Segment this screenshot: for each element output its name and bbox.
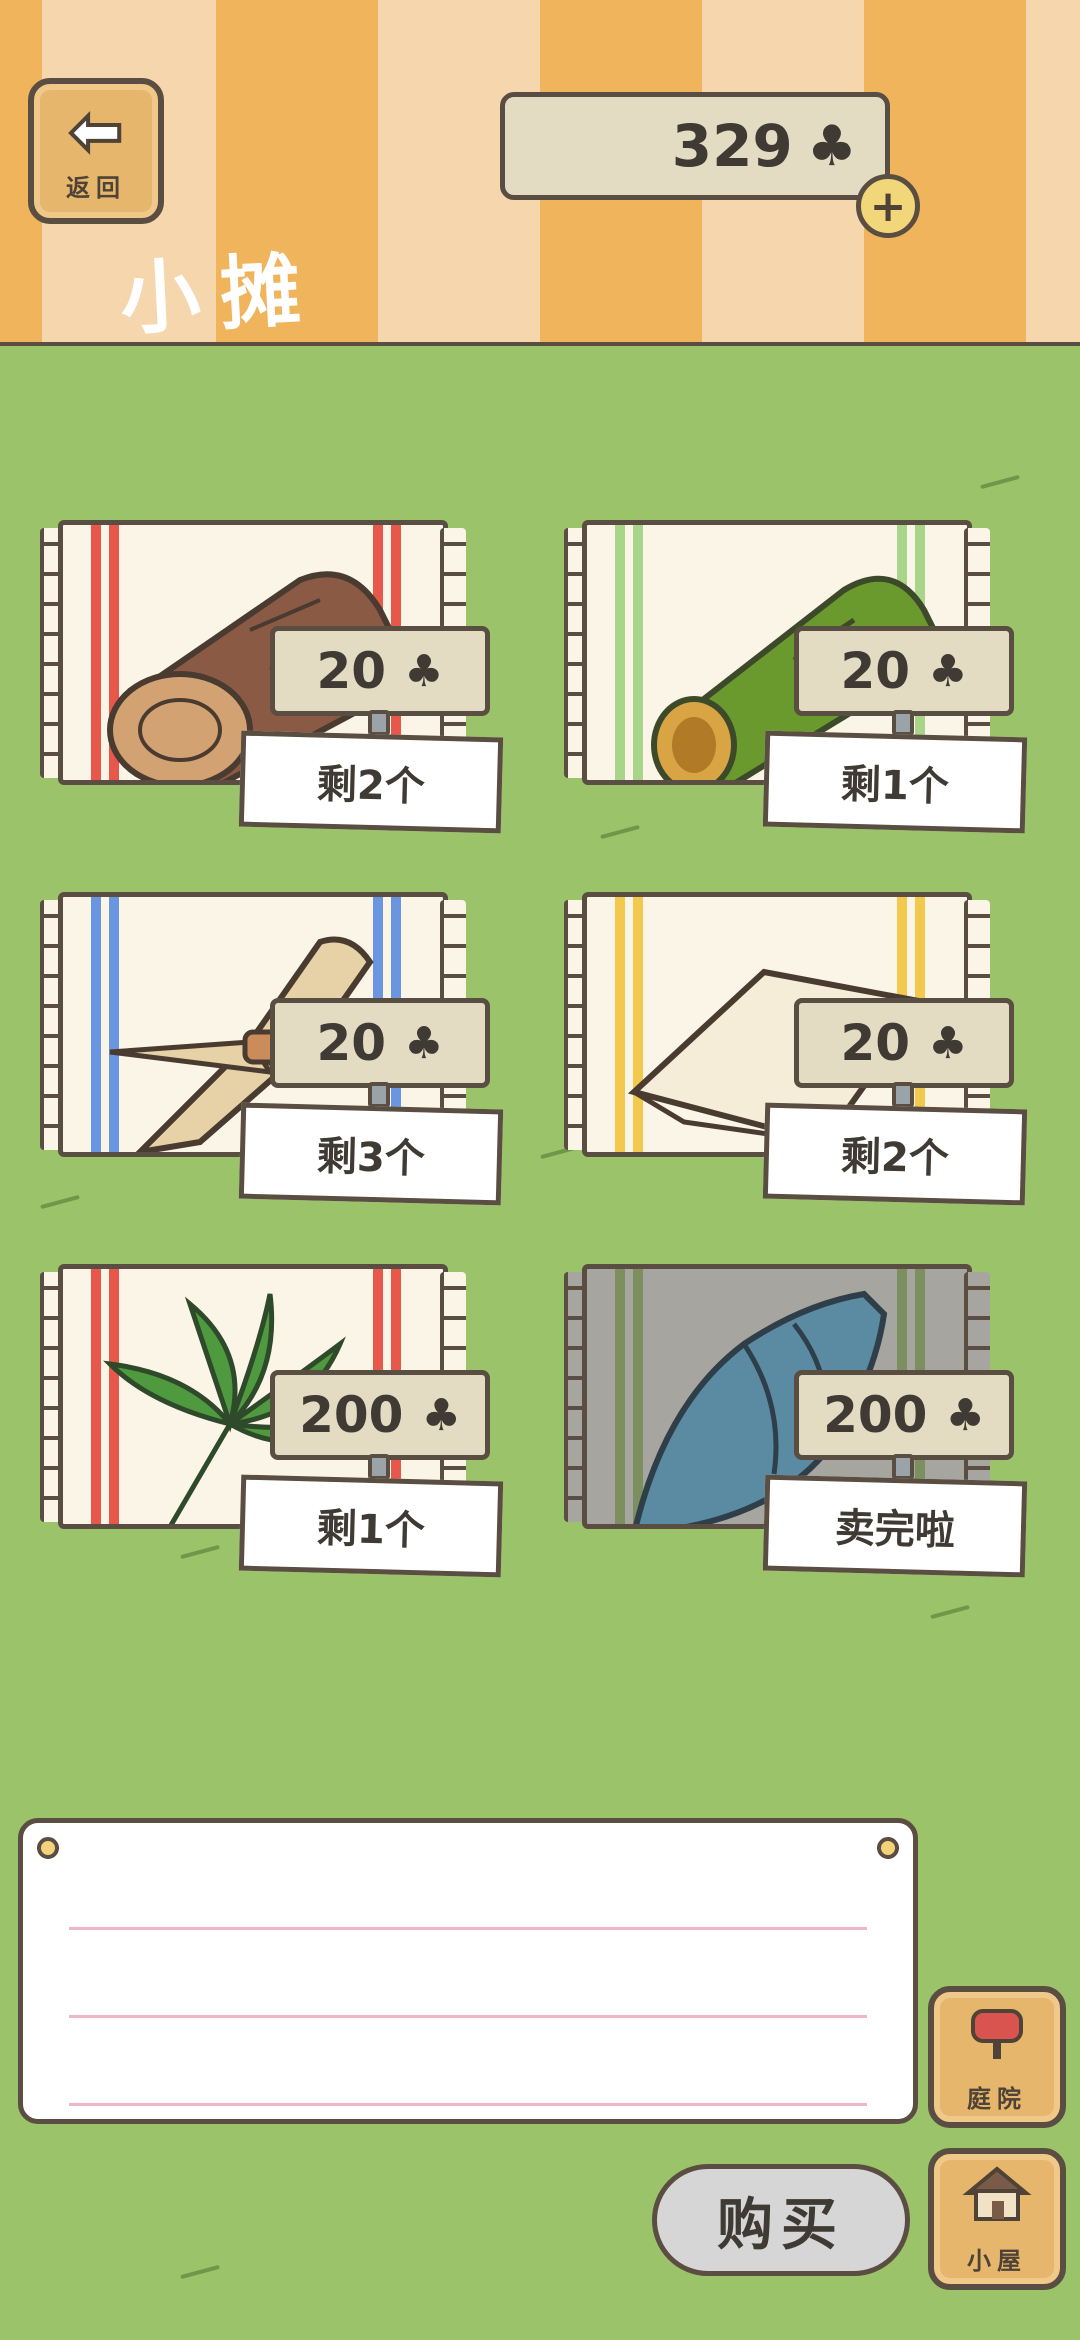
stock-label: 剩1个	[762, 730, 1028, 834]
shop-item-bamboo[interactable]: 20 ♣ 剩1个	[564, 520, 1054, 840]
shop-item-shell[interactable]: 200 ♣ 卖完啦	[564, 1264, 1054, 1584]
shop-item-log[interactable]: 20 ♣ 剩2个	[40, 520, 530, 840]
page-title: 小摊	[118, 242, 323, 347]
price-value: 20	[840, 642, 911, 700]
grass-mark	[180, 2264, 220, 2280]
clover-icon: ♣	[421, 1389, 461, 1441]
clover-icon: ♣	[806, 113, 857, 179]
grass-mark	[930, 1604, 970, 1620]
tag-peg	[892, 710, 914, 736]
price-value: 20	[840, 1014, 911, 1072]
back-label: 返回	[66, 173, 126, 202]
message-board	[18, 1818, 918, 2124]
buy-button[interactable]: 购买	[652, 2164, 910, 2276]
price-tag: 200 ♣	[270, 1370, 490, 1460]
price-value: 20	[316, 1014, 387, 1072]
clover-count: 329	[671, 112, 793, 180]
nail-icon	[877, 1837, 899, 1859]
yard-label: 庭院	[967, 2084, 1027, 2113]
clover-icon: ♣	[404, 645, 444, 697]
add-clover-button[interactable]: +	[856, 174, 920, 238]
back-button[interactable]: ⬅ 返回	[28, 78, 164, 224]
price-value: 20	[316, 642, 387, 700]
clover-icon: ♣	[928, 1017, 968, 1069]
ruled-line	[69, 2103, 867, 2106]
clover-balance: 329 ♣	[500, 92, 890, 200]
stock-label: 剩2个	[762, 1102, 1028, 1206]
price-tag: 20 ♣	[794, 626, 1014, 716]
mailbox-icon	[965, 2001, 1029, 2073]
arrow-left-icon: ⬅	[67, 94, 125, 169]
price-value: 200	[823, 1386, 928, 1444]
price-tag: 20 ♣	[270, 998, 490, 1088]
price-tag: 20 ♣	[270, 626, 490, 716]
ruled-line	[69, 1927, 867, 1930]
tag-peg	[368, 1082, 390, 1108]
tag-peg	[368, 1454, 390, 1480]
house-icon	[962, 2163, 1032, 2235]
stock-label: 剩1个	[238, 1474, 504, 1578]
price-tag: 200 ♣	[794, 1370, 1014, 1460]
shop-item-cloth[interactable]: 20 ♣ 剩2个	[564, 892, 1054, 1212]
stock-label: 剩2个	[238, 730, 504, 834]
ruled-line	[69, 2015, 867, 2018]
tag-peg	[368, 710, 390, 736]
grass-mark	[980, 474, 1020, 490]
clover-icon: ♣	[404, 1017, 444, 1069]
house-label: 小屋	[967, 2246, 1027, 2275]
nail-icon	[37, 1837, 59, 1859]
sold-out-label: 卖完啦	[762, 1474, 1028, 1578]
yard-button[interactable]: 庭院	[928, 1986, 1066, 2128]
stock-label: 剩3个	[238, 1102, 504, 1206]
house-button[interactable]: 小屋	[928, 2148, 1066, 2290]
tag-peg	[892, 1454, 914, 1480]
shop-item-straw[interactable]: 20 ♣ 剩3个	[40, 892, 530, 1212]
clover-icon: ♣	[928, 645, 968, 697]
clover-icon: ♣	[945, 1389, 985, 1441]
price-value: 200	[299, 1386, 404, 1444]
shop-item-leaf[interactable]: 200 ♣ 剩1个	[40, 1264, 530, 1584]
price-tag: 20 ♣	[794, 998, 1014, 1088]
tag-peg	[892, 1082, 914, 1108]
